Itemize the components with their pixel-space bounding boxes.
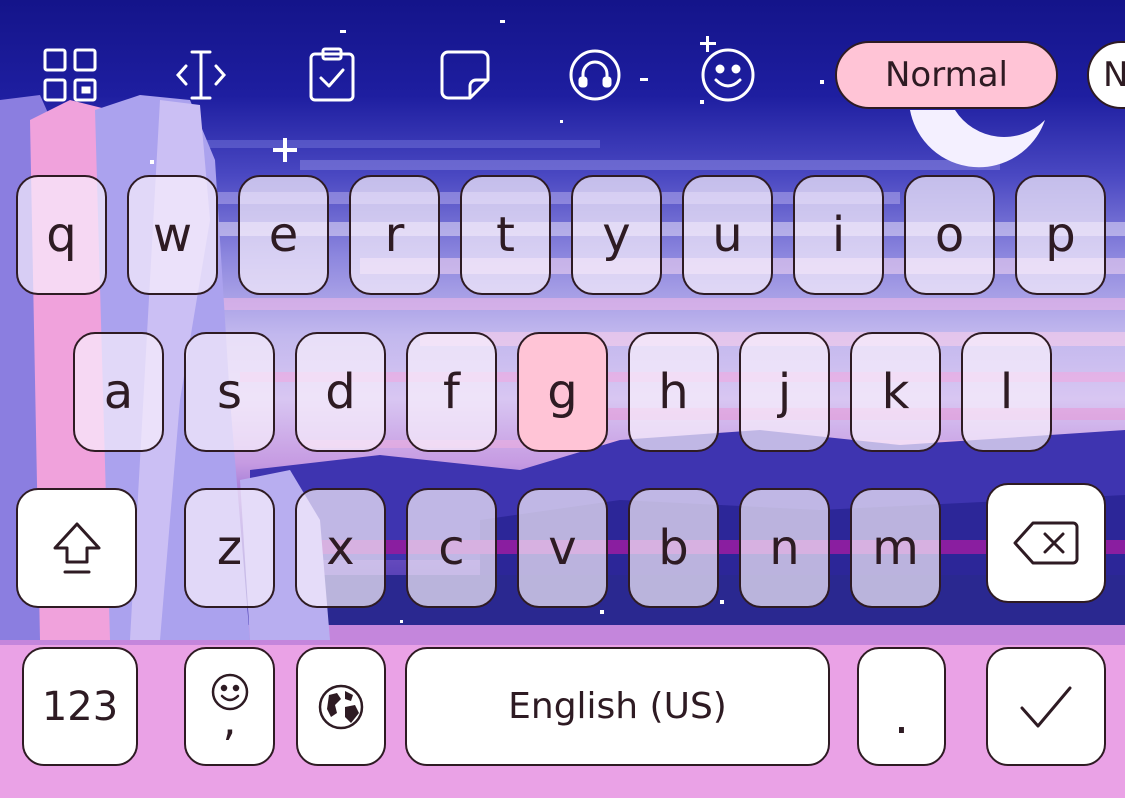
- key-label: p: [1045, 207, 1076, 263]
- grid-icon[interactable]: [37, 42, 103, 108]
- key-i[interactable]: i: [793, 175, 884, 295]
- key-label: b: [658, 520, 689, 576]
- space-bar[interactable]: English (US): [405, 647, 830, 766]
- numbers-key[interactable]: 123: [22, 647, 138, 766]
- text-cursor-icon[interactable]: [168, 42, 234, 108]
- key-label: z: [216, 520, 243, 576]
- key-o[interactable]: o: [904, 175, 995, 295]
- shift-icon: [53, 522, 100, 574]
- key-label: a: [103, 364, 134, 420]
- emoji-comma-key[interactable]: ,: [184, 647, 275, 766]
- key-v[interactable]: v: [517, 488, 608, 608]
- key-r[interactable]: r: [349, 175, 440, 295]
- period-key[interactable]: .: [857, 647, 946, 766]
- key-l[interactable]: l: [961, 332, 1052, 452]
- checkmark-icon: [1020, 686, 1072, 727]
- key-d[interactable]: d: [295, 332, 386, 452]
- backspace-icon: [1013, 521, 1079, 565]
- key-j[interactable]: j: [739, 332, 830, 452]
- key-label: k: [881, 364, 910, 420]
- sticker-icon[interactable]: [432, 42, 498, 108]
- headset-icon[interactable]: [562, 42, 628, 108]
- key-q[interactable]: q: [16, 175, 107, 295]
- globe-icon: [318, 684, 364, 729]
- key-u[interactable]: u: [682, 175, 773, 295]
- numbers-label: 123: [41, 683, 119, 730]
- next-mode-label: N: [1103, 55, 1125, 95]
- key-f[interactable]: f: [406, 332, 497, 452]
- key-c[interactable]: c: [406, 488, 497, 608]
- key-b[interactable]: b: [628, 488, 719, 608]
- period-label: .: [893, 688, 910, 745]
- key-x[interactable]: x: [295, 488, 386, 608]
- key-label: i: [831, 207, 846, 263]
- key-label: n: [769, 520, 800, 576]
- key-label: q: [46, 207, 77, 263]
- key-y[interactable]: y: [571, 175, 662, 295]
- key-label: c: [438, 520, 465, 576]
- key-p[interactable]: p: [1015, 175, 1106, 295]
- mode-selector-button[interactable]: Normal: [835, 41, 1058, 109]
- key-h[interactable]: h: [628, 332, 719, 452]
- mode-label: Normal: [884, 55, 1009, 95]
- enter-key[interactable]: [986, 647, 1106, 766]
- key-label: s: [216, 364, 242, 420]
- clipboard-check-icon[interactable]: [299, 42, 365, 108]
- key-label: f: [443, 364, 460, 420]
- key-label: x: [326, 520, 355, 576]
- key-label: o: [934, 207, 965, 263]
- key-label: y: [602, 207, 631, 263]
- key-label: j: [777, 364, 792, 420]
- shift-key[interactable]: [16, 488, 137, 608]
- key-z[interactable]: z: [184, 488, 275, 608]
- key-label: e: [268, 207, 299, 263]
- key-k[interactable]: k: [850, 332, 941, 452]
- key-label: g: [547, 364, 578, 420]
- key-w[interactable]: w: [127, 175, 218, 295]
- key-s[interactable]: s: [184, 332, 275, 452]
- key-e[interactable]: e: [238, 175, 329, 295]
- key-label: w: [152, 207, 193, 263]
- key-label: r: [384, 207, 405, 263]
- space-label: English (US): [508, 685, 727, 727]
- key-label: v: [548, 520, 577, 576]
- smiley-icon[interactable]: [695, 42, 761, 108]
- key-label: h: [658, 364, 689, 420]
- key-label: t: [496, 207, 515, 263]
- language-switch-key[interactable]: [296, 647, 386, 766]
- key-a[interactable]: a: [73, 332, 164, 452]
- comma-label: ,: [222, 694, 237, 746]
- backspace-key[interactable]: [986, 483, 1106, 603]
- key-label: l: [999, 364, 1014, 420]
- key-label: d: [325, 364, 356, 420]
- key-g[interactable]: g: [517, 332, 608, 452]
- key-t[interactable]: t: [460, 175, 551, 295]
- key-label: m: [872, 520, 919, 576]
- key-label: u: [712, 207, 743, 263]
- key-m[interactable]: m: [850, 488, 941, 608]
- key-n[interactable]: n: [739, 488, 830, 608]
